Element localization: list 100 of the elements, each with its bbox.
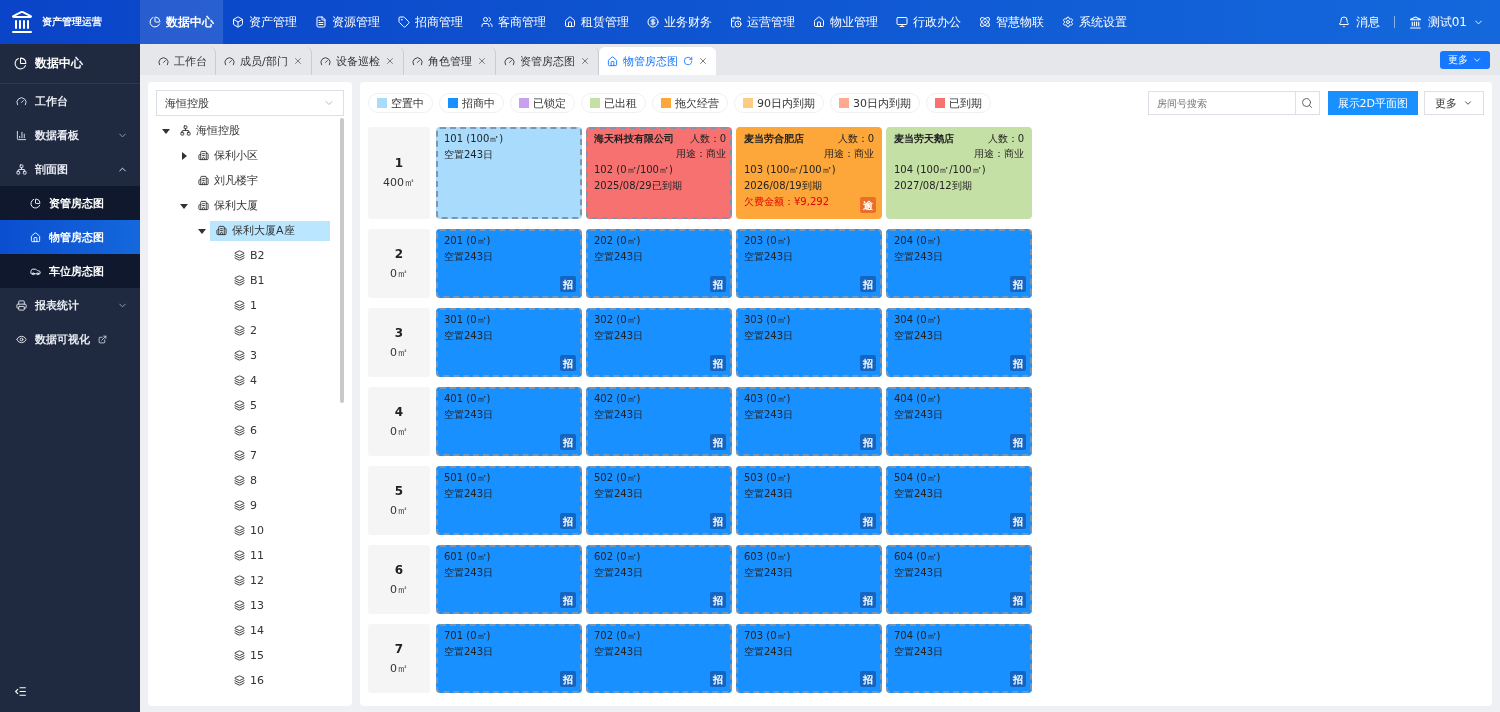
tree-node[interactable]: 保利大厦 (192, 195, 264, 216)
nav-item[interactable]: 数据中心 (140, 0, 223, 44)
sidebar-item[interactable]: 剖面图 (0, 152, 140, 186)
tree-node[interactable]: 14 (228, 620, 270, 641)
nav-item[interactable]: 招商管理 (389, 0, 472, 44)
room-card[interactable]: 402 (0㎡) 空置243日 招 (586, 387, 732, 456)
sidebar-subitem[interactable]: 资管房态图 (0, 186, 140, 220)
tree-node[interactable]: 1 (228, 295, 263, 316)
room-card[interactable]: 503 (0㎡) 空置243日 招 (736, 466, 882, 535)
tree-node[interactable]: 8 (228, 470, 263, 491)
tree-node[interactable]: 9 (228, 495, 263, 516)
room-card[interactable]: 601 (0㎡) 空置243日 招 (436, 545, 582, 614)
refresh-icon[interactable] (682, 56, 693, 66)
sidebar-item[interactable]: 数据看板 (0, 118, 140, 152)
tab[interactable]: 资管房态图 (495, 47, 599, 75)
room-card[interactable]: 603 (0㎡) 空置243日 招 (736, 545, 882, 614)
close-icon[interactable] (697, 56, 708, 66)
tree-node[interactable]: 3 (228, 345, 263, 366)
scrollbar[interactable] (340, 118, 344, 403)
room-card[interactable]: 701 (0㎡) 空置243日 招 (436, 624, 582, 693)
room-card[interactable]: 604 (0㎡) 空置243日 招 (886, 545, 1032, 614)
tab[interactable]: 成员/部门 (216, 47, 312, 75)
sidebar-item[interactable]: 报表统计 (0, 288, 140, 322)
room-card[interactable]: 202 (0㎡) 空置243日 招 (586, 229, 732, 298)
org-select[interactable]: 海恒控股 (156, 90, 344, 116)
nav-item[interactable]: 资产管理 (223, 0, 306, 44)
tree-node[interactable]: B2 (228, 245, 271, 266)
search-field[interactable]: 房间号搜索 (1147, 91, 1296, 115)
tab[interactable]: 设备巡检 (311, 47, 404, 75)
sidebar-item[interactable]: 工作台 (0, 84, 140, 118)
tree-node[interactable]: 11 (228, 545, 270, 566)
caret-right-icon[interactable] (180, 151, 188, 160)
nav-item[interactable]: 智慧物联 (970, 0, 1053, 44)
nav-item[interactable]: 资源管理 (306, 0, 389, 44)
room-card[interactable]: 702 (0㎡) 空置243日 招 (586, 624, 732, 693)
caret-down-icon[interactable] (198, 226, 206, 235)
user-menu[interactable]: 测试01 (1408, 13, 1484, 31)
tree-node[interactable]: 10 (228, 520, 270, 541)
tree-node[interactable]: 12 (228, 570, 270, 591)
nav-item[interactable]: 行政办公 (887, 0, 970, 44)
room-card[interactable]: 401 (0㎡) 空置243日 招 (436, 387, 582, 456)
tree-node[interactable]: 7 (228, 445, 263, 466)
tree-node[interactable]: 15 (228, 645, 270, 666)
tab[interactable]: 工作台 (150, 47, 216, 75)
collapse-icon[interactable] (14, 685, 27, 698)
room-card[interactable]: 203 (0㎡) 空置243日 招 (736, 229, 882, 298)
room-card[interactable]: 504 (0㎡) 空置243日 招 (886, 466, 1032, 535)
tree-node[interactable]: 保利小区 (192, 145, 264, 166)
more-button[interactable]: 更多 (1440, 50, 1490, 69)
nav-item[interactable]: 运营管理 (721, 0, 804, 44)
nav-item[interactable]: 物业管理 (804, 0, 887, 44)
room-card[interactable]: 502 (0㎡) 空置243日 招 (586, 466, 732, 535)
close-icon[interactable] (579, 56, 590, 66)
tab[interactable]: 角色管理 (403, 47, 496, 75)
nav-item[interactable]: 租赁管理 (555, 0, 638, 44)
tree-node[interactable]: 6 (228, 420, 263, 441)
room-code: 202 (0㎡) (594, 234, 641, 247)
tree-node[interactable]: 5 (228, 395, 263, 416)
room-note: 空置243日 (744, 408, 794, 421)
room-card[interactable]: 404 (0㎡) 空置243日 招 (886, 387, 1032, 456)
sidebar-item[interactable]: 数据可视化 (0, 322, 140, 356)
room-card[interactable]: 304 (0㎡) 空置243日 招 (886, 308, 1032, 377)
room-card[interactable]: 704 (0㎡) 空置243日 招 (886, 624, 1032, 693)
room-card[interactable]: 703 (0㎡) 空置243日 招 (736, 624, 882, 693)
room-card[interactable]: 301 (0㎡) 空置243日 招 (436, 308, 582, 377)
caret-down-icon[interactable] (162, 126, 170, 135)
nav-item[interactable]: 系统设置 (1053, 0, 1136, 44)
close-icon[interactable] (384, 56, 395, 66)
people-count: 人数：0 (987, 132, 1024, 145)
room-card[interactable]: 302 (0㎡) 空置243日 招 (586, 308, 732, 377)
close-icon[interactable] (476, 56, 487, 66)
room-card[interactable]: 602 (0㎡) 空置243日 招 (586, 545, 732, 614)
more-button[interactable]: 更多 (1424, 91, 1484, 115)
caret-down-icon[interactable] (180, 201, 188, 210)
nav-item[interactable]: 业务财务 (638, 0, 721, 44)
nav-item[interactable]: 客商管理 (472, 0, 555, 44)
messages-button[interactable]: 消息 (1337, 13, 1380, 31)
room-card[interactable]: 403 (0㎡) 空置243日 招 (736, 387, 882, 456)
tree-node[interactable]: 保利大厦A座 (210, 220, 330, 241)
tree-node[interactable]: 13 (228, 595, 270, 616)
room-card[interactable]: 204 (0㎡) 空置243日 招 (886, 229, 1032, 298)
tree-node[interactable]: 刘凡楼宇 (192, 170, 264, 191)
room-card[interactable]: 201 (0㎡) 空置243日 招 (436, 229, 582, 298)
room-card[interactable]: 303 (0㎡) 空置243日 招 (736, 308, 882, 377)
tab[interactable]: 物管房态图 (598, 47, 716, 75)
tree-node[interactable]: 海恒控股 (174, 120, 246, 141)
room-card[interactable]: 海天科技有限公司 人数：0 用途：商业 102 (0㎡/100㎡) 2025/08/29已到期 (586, 127, 732, 219)
sidebar-subitem[interactable]: 物管房态图 (0, 220, 140, 254)
tree-node[interactable]: B1 (228, 270, 271, 291)
layers-icon (234, 600, 245, 611)
room-card[interactable]: 麦当劳合肥店 人数：0 用途：商业 103 (100㎡/100㎡) 2026/08/19到期 欠费金额：¥9,292 逾 (736, 127, 882, 219)
tree-node[interactable]: 16 (228, 670, 270, 691)
close-icon[interactable] (292, 56, 303, 66)
room-card[interactable]: 101 (100㎡) 空置243日 (436, 127, 582, 219)
tree-node[interactable]: 4 (228, 370, 263, 391)
room-card[interactable]: 501 (0㎡) 空置243日 招 (436, 466, 582, 535)
room-card[interactable]: 麦当劳天鹅店 人数：0 用途：商业 104 (100㎡/100㎡) 2027/08/12到期 (886, 127, 1032, 219)
sidebar-subitem[interactable]: 车位房态图 (0, 254, 140, 288)
search-button[interactable] (1295, 91, 1320, 115)
tree-node[interactable]: 2 (228, 320, 263, 341)
